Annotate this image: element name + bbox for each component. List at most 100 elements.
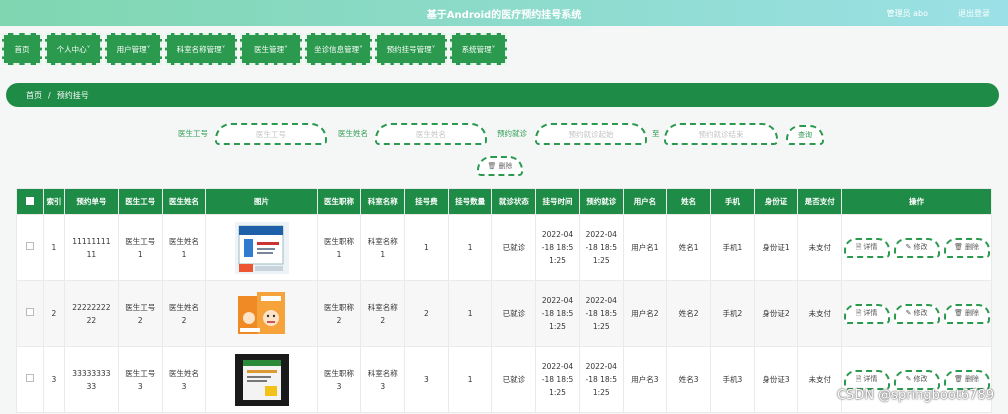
detail-button[interactable]: 🗎 详情 xyxy=(843,237,890,258)
menu-label: 首页 xyxy=(14,44,30,54)
medicine-box-image[interactable] xyxy=(234,287,289,340)
cell-text: 2022-04 xyxy=(541,230,574,239)
to-label: 至 xyxy=(652,129,660,138)
cell-paid: 未支付 xyxy=(797,214,843,281)
query-label: 查询 xyxy=(798,131,812,139)
cell-text: -18 18:5 xyxy=(585,243,617,252)
menu-home[interactable]: 首页 xyxy=(2,33,42,65)
row-select-cell[interactable] xyxy=(15,280,45,347)
row-select-cell[interactable] xyxy=(15,214,45,281)
cell-text: 11111111 xyxy=(72,236,111,246)
breadcrumb-current: 预约挂号 xyxy=(56,90,89,100)
cell-index: 1 xyxy=(43,214,65,281)
column-header: 姓名 xyxy=(666,188,711,215)
cell-paid: 未支付 xyxy=(797,280,843,347)
cell-text: 医生姓名 xyxy=(168,368,199,378)
menu-personal-center[interactable]: 个人中心 ˅ xyxy=(45,33,102,65)
row-checkbox[interactable] xyxy=(26,308,35,316)
cell-index: 2 xyxy=(43,280,65,347)
chevron-down-icon: ˅ xyxy=(431,44,436,54)
row-checkbox[interactable] xyxy=(26,242,35,250)
cell-order-no: 11111111 11 xyxy=(63,214,119,281)
table-row: 2 22222222 22 医生工号 2 医生姓名 2 医生职称 2 科室名称 … xyxy=(15,280,992,347)
query-button[interactable]: 查询 xyxy=(786,125,824,145)
medicine-box-image[interactable] xyxy=(234,353,289,406)
cell-text: 2 xyxy=(336,315,342,325)
cell-phone: 手机3 xyxy=(710,346,755,413)
detail-button[interactable]: 🗎 详情 xyxy=(843,369,890,390)
cell-text: 1 xyxy=(336,249,342,259)
cell-username: 用户名3 xyxy=(622,346,668,413)
menu-department-management[interactable]: 科室名称管理 ˅ xyxy=(165,33,237,65)
cell-image xyxy=(205,214,318,281)
cell-doctor-title: 医生职称 1 xyxy=(316,214,362,281)
cell-text: 医生姓名 xyxy=(168,236,199,246)
pencil-icon: ✎ xyxy=(905,243,912,251)
chevron-down-icon: ˅ xyxy=(284,44,288,54)
cell-text: 22222222 xyxy=(72,302,111,312)
cell-count: 1 xyxy=(447,346,493,413)
app-title: 基于Android的医疗预约挂号系统 xyxy=(426,10,582,21)
cell-text: 科室名称 xyxy=(367,368,398,378)
table-row: 1 11111111 11 医生工号 1 医生姓名 1 医生职称 1 科室名称 … xyxy=(15,214,992,281)
cell-phone: 手机2 xyxy=(710,280,755,347)
edit-button[interactable]: ✎ 修改 xyxy=(893,237,940,258)
row-checkbox[interactable] xyxy=(26,374,35,382)
delete-button[interactable]: 🗑 删除 xyxy=(943,303,990,324)
trash-icon: 🗑 xyxy=(954,309,963,317)
menu-appointment-management[interactable]: 预约挂号管理 ˅ xyxy=(375,33,447,65)
row-select-cell[interactable] xyxy=(15,346,45,413)
app-header: 基于Android的医疗预约挂号系统 管理员 abo 退出登录 xyxy=(0,0,1008,26)
batch-delete-button[interactable]: 🗑 删除 xyxy=(477,156,523,176)
cell-text: 2022-04 xyxy=(585,362,617,371)
edit-button[interactable]: ✎ 修改 xyxy=(893,303,940,324)
cell-text: 医生姓名 xyxy=(168,302,199,312)
menu-system-management[interactable]: 系统管理 ˅ xyxy=(450,33,507,65)
delete-button[interactable]: 🗑 删除 xyxy=(943,237,990,258)
doctor-name-input[interactable]: 医生姓名 xyxy=(375,123,487,145)
visit-start-input[interactable]: 预约就诊起始 xyxy=(535,123,647,145)
cell-fee: 3 xyxy=(404,346,449,413)
cell-order-no: 33333333 33 xyxy=(63,346,119,413)
cell-text: 医生工号 xyxy=(125,236,156,246)
breadcrumb-home[interactable]: 首页 xyxy=(26,90,42,101)
logout-link[interactable]: 退出登录 xyxy=(958,8,990,19)
watermark: CSDN @springboot6789 xyxy=(836,388,994,403)
menu-clinic-management[interactable]: 坐诊信息管理 ˅ xyxy=(305,33,372,65)
cell-status: 已就诊 xyxy=(491,280,537,347)
doctor-id-input[interactable]: 医生工号 xyxy=(215,123,327,145)
pencil-icon: ✎ xyxy=(905,309,912,317)
appointment-table: 索引 预约单号 医生工号 医生姓名 图片 医生职称 科室名称 挂号费 挂号数量 … xyxy=(15,188,992,413)
doc-icon: 🗎 xyxy=(855,243,862,251)
medicine-box-image[interactable] xyxy=(234,221,289,274)
column-header: 操作 xyxy=(841,188,992,215)
cell-doctor-name: 医生姓名 3 xyxy=(161,346,207,413)
edit-button[interactable]: ✎ 修改 xyxy=(893,369,940,390)
menu-user-management[interactable]: 用户管理 ˅ xyxy=(105,33,162,65)
cell-text: 2 xyxy=(137,315,143,325)
cell-text: 1:25 xyxy=(549,388,566,397)
column-header: 预约就诊 xyxy=(578,188,624,215)
cell-text: 3 xyxy=(380,381,386,391)
column-header: 身份证 xyxy=(753,188,799,215)
menu-label: 医生管理 xyxy=(254,44,285,54)
cell-text: -18 18:5 xyxy=(585,309,617,318)
cell-doctor-title: 医生职称 3 xyxy=(316,346,362,413)
select-all-cell[interactable] xyxy=(15,188,45,215)
cell-status: 已就诊 xyxy=(491,214,537,281)
medicine-image-art xyxy=(234,353,289,406)
cell-doctor-title: 医生职称 2 xyxy=(316,280,362,347)
cell-text: 1 xyxy=(380,249,386,259)
detail-button[interactable]: 🗎 详情 xyxy=(843,303,890,324)
chevron-down-icon: ˅ xyxy=(86,44,91,54)
visit-label: 预约就诊 xyxy=(497,129,527,138)
visit-end-input[interactable]: 预约就诊结束 xyxy=(664,123,778,145)
delete-button[interactable]: 🗑 删除 xyxy=(943,369,990,390)
column-header: 是否支付 xyxy=(797,188,843,215)
select-all-checkbox[interactable] xyxy=(26,196,35,205)
column-header: 图片 xyxy=(205,188,318,215)
cell-text: 2 xyxy=(380,315,386,325)
menu-doctor-management[interactable]: 医生管理 ˅ xyxy=(240,33,302,65)
column-header: 医生工号 xyxy=(117,188,163,215)
trash-icon: 🗑 xyxy=(487,162,497,170)
